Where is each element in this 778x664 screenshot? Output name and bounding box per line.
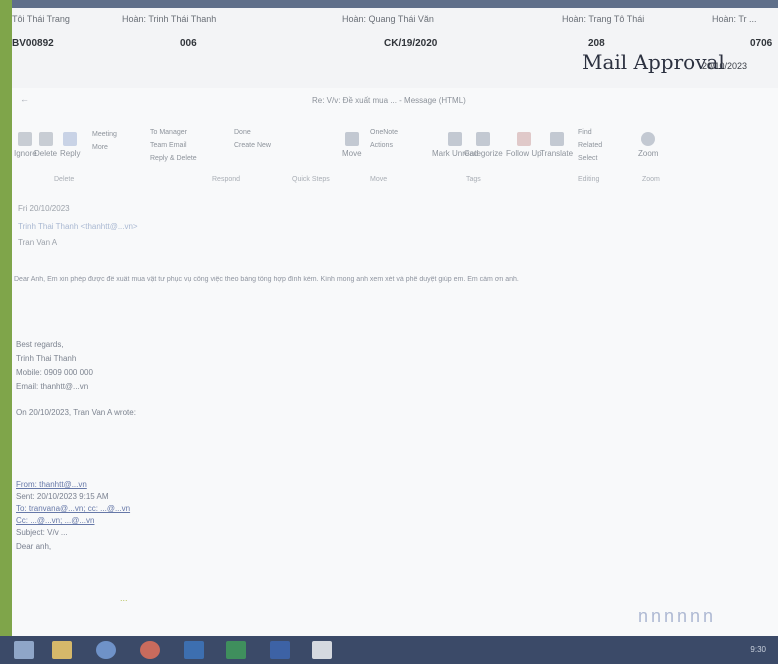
delete-button[interactable]: Delete bbox=[34, 132, 57, 158]
reply-label: Reply bbox=[60, 149, 81, 158]
group-label-respond: Respond bbox=[212, 176, 241, 183]
paper-label: Hoàn: Tr ... bbox=[712, 14, 757, 24]
group-label-quick-steps: Quick Steps bbox=[292, 176, 330, 183]
email-window: ← Re: V/v: Đề xuất mua ... - Message (HT… bbox=[12, 88, 778, 636]
message-date: Fri 20/10/2023 bbox=[18, 204, 70, 213]
footer-green-text: ... bbox=[120, 593, 128, 603]
quick-step-to-manager[interactable]: To Manager bbox=[150, 126, 197, 139]
actions-list: OneNote Actions bbox=[370, 126, 398, 152]
translate-label: Translate bbox=[540, 149, 574, 158]
outlook-icon[interactable] bbox=[184, 641, 204, 659]
quoted-to-link[interactable]: To: tranvana@...vn; cc: ...@...vn bbox=[16, 504, 130, 513]
translate-icon bbox=[549, 132, 564, 146]
quoted-cc: Cc: ...@...vn; ...@...vn bbox=[16, 516, 94, 525]
paper-label: Hoàn: Trang Tô Thái bbox=[562, 14, 645, 24]
ignore-icon bbox=[18, 132, 33, 146]
quick-step-done[interactable]: Done bbox=[234, 126, 271, 139]
message-body: Dear Anh, Em xin phép được đề xuất mua v… bbox=[14, 276, 519, 283]
quoted-subject: Subject: V/v ... bbox=[16, 528, 68, 537]
group-label-zoom: Zoom bbox=[642, 176, 660, 183]
meeting-button[interactable]: Meeting bbox=[92, 128, 117, 141]
paint-icon[interactable] bbox=[312, 641, 332, 659]
paper-value: 208 bbox=[588, 38, 605, 49]
screen-top-strip bbox=[0, 0, 778, 8]
quoted-cc-link[interactable]: Cc: ...@...vn; ...@...vn bbox=[16, 516, 94, 525]
paper-value: 0706 bbox=[750, 38, 773, 49]
ie-browser-icon[interactable] bbox=[96, 641, 116, 659]
signature-line: Mobile: 0909 000 000 bbox=[16, 368, 93, 377]
message-from[interactable]: Trinh Thai Thanh <thanhtt@...vn> bbox=[18, 222, 138, 231]
ribbon: Ignore Delete Reply Meeting More To Mana… bbox=[12, 122, 778, 196]
quick-step-team-email[interactable]: Team Email bbox=[150, 139, 197, 152]
file-explorer-icon[interactable] bbox=[52, 641, 72, 659]
company-logo: nnnnnn bbox=[638, 606, 717, 626]
related-button[interactable]: Related bbox=[578, 139, 602, 152]
onenote-button[interactable]: OneNote bbox=[370, 126, 398, 139]
reply-icon bbox=[63, 132, 78, 146]
monitor-edge bbox=[0, 0, 12, 640]
quick-steps-list: To Manager Team Email Reply & Delete bbox=[150, 126, 197, 165]
taskbar: 9:30 bbox=[0, 636, 778, 664]
editing-list: Find Related Select bbox=[578, 126, 602, 165]
paper-label: Tôi Thái Trang bbox=[12, 14, 70, 24]
delete-icon bbox=[38, 132, 53, 146]
excel-icon[interactable] bbox=[226, 641, 246, 659]
quick-step-create-new[interactable]: Create New bbox=[234, 139, 271, 152]
paper-labels-row: Tôi Thái Trang Hoàn: Trinh Thái Thanh Ho… bbox=[12, 14, 778, 26]
group-label-delete: Delete bbox=[54, 176, 75, 183]
quoted-from: From: thanhtt@...vn bbox=[16, 480, 87, 489]
zoom-icon bbox=[641, 132, 656, 146]
group-label-move: Move bbox=[370, 176, 388, 183]
quick-steps-list-2: Done Create New bbox=[234, 126, 271, 152]
follow-up-button[interactable]: Follow Up bbox=[506, 132, 542, 158]
respond-list: Meeting More bbox=[92, 128, 117, 154]
categorize-button[interactable]: Categorize bbox=[464, 132, 503, 158]
reply-button[interactable]: Reply bbox=[60, 132, 80, 158]
categorize-label: Categorize bbox=[464, 149, 503, 158]
paper-label: Hoàn: Trinh Thái Thanh bbox=[122, 14, 217, 24]
word-icon[interactable] bbox=[270, 641, 290, 659]
zoom-label: Zoom bbox=[638, 149, 659, 158]
paper-document: Tôi Thái Trang Hoàn: Trinh Thái Thanh Ho… bbox=[12, 8, 778, 88]
mark-unread-icon bbox=[448, 132, 463, 146]
move-icon bbox=[344, 132, 359, 146]
quoted-ending: Dear anh, bbox=[16, 542, 52, 551]
quoted-from-link[interactable]: From: thanhtt@...vn bbox=[16, 480, 87, 489]
message-to: Tran Van A bbox=[18, 238, 58, 247]
signature-line: Best regards, bbox=[16, 340, 64, 349]
group-label-editing: Editing bbox=[578, 176, 600, 183]
chrome-icon[interactable] bbox=[140, 641, 160, 659]
find-button[interactable]: Find bbox=[578, 126, 602, 139]
signature-line: Email: thanhtt@...vn bbox=[16, 382, 89, 391]
move-label: Move bbox=[342, 149, 362, 158]
actions-button[interactable]: Actions bbox=[370, 139, 398, 152]
window-title: Re: V/v: Đề xuất mua ... - Message (HTML… bbox=[312, 96, 466, 105]
back-icon[interactable]: ← bbox=[20, 94, 29, 104]
signature-line: Trinh Thai Thanh bbox=[16, 354, 77, 363]
zoom-button[interactable]: Zoom bbox=[638, 132, 658, 158]
quoted-sent: Sent: 20/10/2023 9:15 AM bbox=[16, 492, 109, 501]
translate-button[interactable]: Translate bbox=[540, 132, 573, 158]
quoted-to: To: tranvana@...vn; cc: ...@...vn bbox=[16, 504, 130, 513]
quote-note: On 20/10/2023, Tran Van A wrote: bbox=[16, 408, 136, 417]
follow-up-icon bbox=[516, 132, 531, 146]
start-icon[interactable] bbox=[14, 641, 34, 659]
select-button[interactable]: Select bbox=[578, 152, 602, 165]
delete-label: Delete bbox=[34, 149, 58, 158]
move-button[interactable]: Move bbox=[342, 132, 362, 158]
categorize-icon bbox=[476, 132, 491, 146]
quick-step-reply-delete[interactable]: Reply & Delete bbox=[150, 152, 197, 165]
taskbar-clock[interactable]: 9:30 bbox=[750, 645, 766, 654]
paper-value: 006 bbox=[180, 38, 197, 49]
paper-value: CK/19/2020 bbox=[384, 38, 438, 49]
approval-number: 20/10/2023 bbox=[702, 61, 748, 71]
group-label-tags: Tags bbox=[466, 176, 481, 183]
more-button[interactable]: More bbox=[92, 141, 117, 154]
paper-value: BV00892 bbox=[12, 38, 54, 49]
paper-label: Hoàn: Quang Thái Văn bbox=[342, 14, 434, 24]
follow-up-label: Follow Up bbox=[506, 149, 542, 158]
